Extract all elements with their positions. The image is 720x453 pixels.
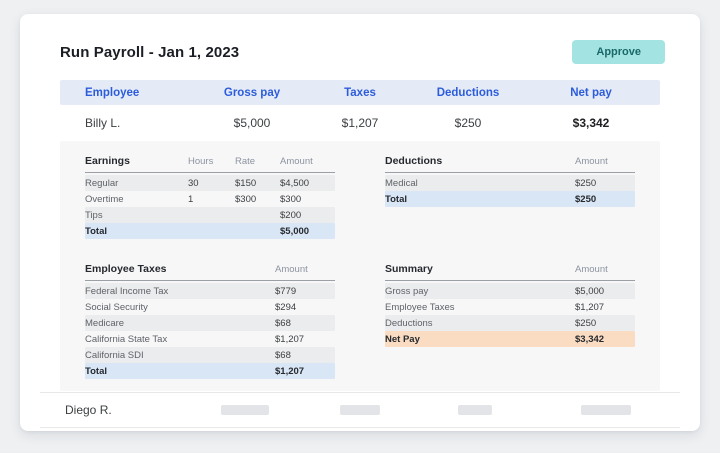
tax-row-social-security: Social Security $294 [85,299,335,315]
total-label: Total [385,194,575,205]
total-label: Net Pay [385,334,575,345]
row-rate: $150 [235,178,280,189]
deductions-title: Deductions [385,155,575,167]
amount-column-header: Amount [575,264,635,275]
row-amount: $300 [280,194,335,205]
amount-column-header: Amount [575,156,635,167]
row-label: Regular [85,178,188,189]
row-label: Employee Taxes [385,302,575,313]
deductions-header: Deductions Amount [385,155,635,173]
row-amount: $4,500 [280,178,335,189]
net-pay-placeholder-bar [581,405,631,415]
row-label: Gross pay [385,286,575,297]
row-amount: $779 [275,286,335,297]
column-header-deductions: Deductions [414,87,522,99]
column-header-taxes: Taxes [306,87,414,99]
employee-taxes-table: Employee Taxes Amount Federal Income Tax… [85,263,335,379]
rate-column-header: Rate [235,156,280,167]
approve-button[interactable]: Approve [572,40,665,64]
earnings-row-regular: Regular 30 $150 $4,500 [85,175,335,191]
summary-row-employee-taxes: Employee Taxes $1,207 [385,299,635,315]
earnings-total-row: Total $5,000 [85,223,335,239]
taxes-placeholder-bar [340,405,380,415]
row-label: Medicare [85,318,275,329]
hours-column-header: Hours [188,156,235,167]
gross-pay-placeholder-bar [221,405,269,415]
deductions-value: $250 [414,116,522,130]
employee-name: Diego R. [40,403,187,417]
row-amount: $68 [275,318,335,329]
row-label: California State Tax [85,334,275,345]
row-hours: 1 [188,194,235,205]
row-label: Medical [385,178,575,189]
row-label: Overtime [85,194,188,205]
earnings-row-overtime: Overtime 1 $300 $300 [85,191,335,207]
row-rate: $300 [235,194,280,205]
row-amount: $294 [275,302,335,313]
deductions-placeholder-bar [458,405,492,415]
row-hours: 30 [188,178,235,189]
earnings-title: Earnings [85,155,188,167]
total-amount: $3,342 [575,334,635,345]
card-header: Run Payroll - Jan 1, 2023 Approve [20,14,700,80]
employee-row-diego[interactable]: Diego R. [40,392,680,428]
row-amount: $68 [275,350,335,361]
employee-name: Billy L. [60,116,198,130]
deductions-row-medical: Medical $250 [385,175,635,191]
tax-row-federal: Federal Income Tax $779 [85,283,335,299]
earnings-header: Earnings Hours Rate Amount [85,155,335,173]
summary-header: Summary Amount [385,263,635,281]
employee-taxes-header: Employee Taxes Amount [85,263,335,281]
taxes-value: $1,207 [306,116,414,130]
earnings-table: Earnings Hours Rate Amount Regular 30 $1… [85,155,335,239]
tax-row-medicare: Medicare $68 [85,315,335,331]
row-amount: $250 [575,178,635,189]
payroll-card: Run Payroll - Jan 1, 2023 Approve Employ… [20,14,700,431]
deductions-total-row: Total $250 [385,191,635,207]
total-amount: $5,000 [280,226,335,237]
row-amount: $200 [280,210,335,221]
employee-row-billy[interactable]: Billy L. $5,000 $1,207 $250 $3,342 [60,105,660,141]
tax-row-ca-state-tax: California State Tax $1,207 [85,331,335,347]
summary-row-deductions: Deductions $250 [385,315,635,331]
amount-column-header: Amount [280,156,335,167]
row-amount: $5,000 [575,286,635,297]
earnings-row-tips: Tips $200 [85,207,335,223]
row-label: Deductions [385,318,575,329]
payroll-table: Employee Gross pay Taxes Deductions Net … [40,80,680,141]
summary-net-pay-row: Net Pay $3,342 [385,331,635,347]
employee-taxes-title: Employee Taxes [85,263,275,275]
total-amount: $1,207 [275,366,335,377]
row-label: Tips [85,210,188,221]
column-header-gross-pay: Gross pay [198,87,306,99]
row-label: Social Security [85,302,275,313]
tax-row-ca-sdi: California SDI $68 [85,347,335,363]
employee-taxes-total-row: Total $1,207 [85,363,335,379]
column-header-employee: Employee [60,87,198,99]
deductions-table: Deductions Amount Medical $250 Total $25… [385,155,635,239]
gross-pay-value: $5,000 [198,116,306,130]
expanded-detail-panel: Earnings Hours Rate Amount Regular 30 $1… [60,141,660,391]
page-title: Run Payroll - Jan 1, 2023 [60,44,239,61]
total-label: Total [85,226,188,237]
total-label: Total [85,366,275,377]
row-label: Federal Income Tax [85,286,275,297]
amount-column-header: Amount [275,264,335,275]
summary-row-gross-pay: Gross pay $5,000 [385,283,635,299]
summary-table: Summary Amount Gross pay $5,000 Employee… [385,263,635,379]
total-amount: $250 [575,194,635,205]
net-pay-value: $3,342 [522,116,660,130]
payroll-table-header: Employee Gross pay Taxes Deductions Net … [60,80,660,105]
column-header-net-pay: Net pay [522,87,660,99]
row-amount: $1,207 [275,334,335,345]
row-label: California SDI [85,350,275,361]
row-amount: $1,207 [575,302,635,313]
summary-title: Summary [385,263,575,275]
row-amount: $250 [575,318,635,329]
